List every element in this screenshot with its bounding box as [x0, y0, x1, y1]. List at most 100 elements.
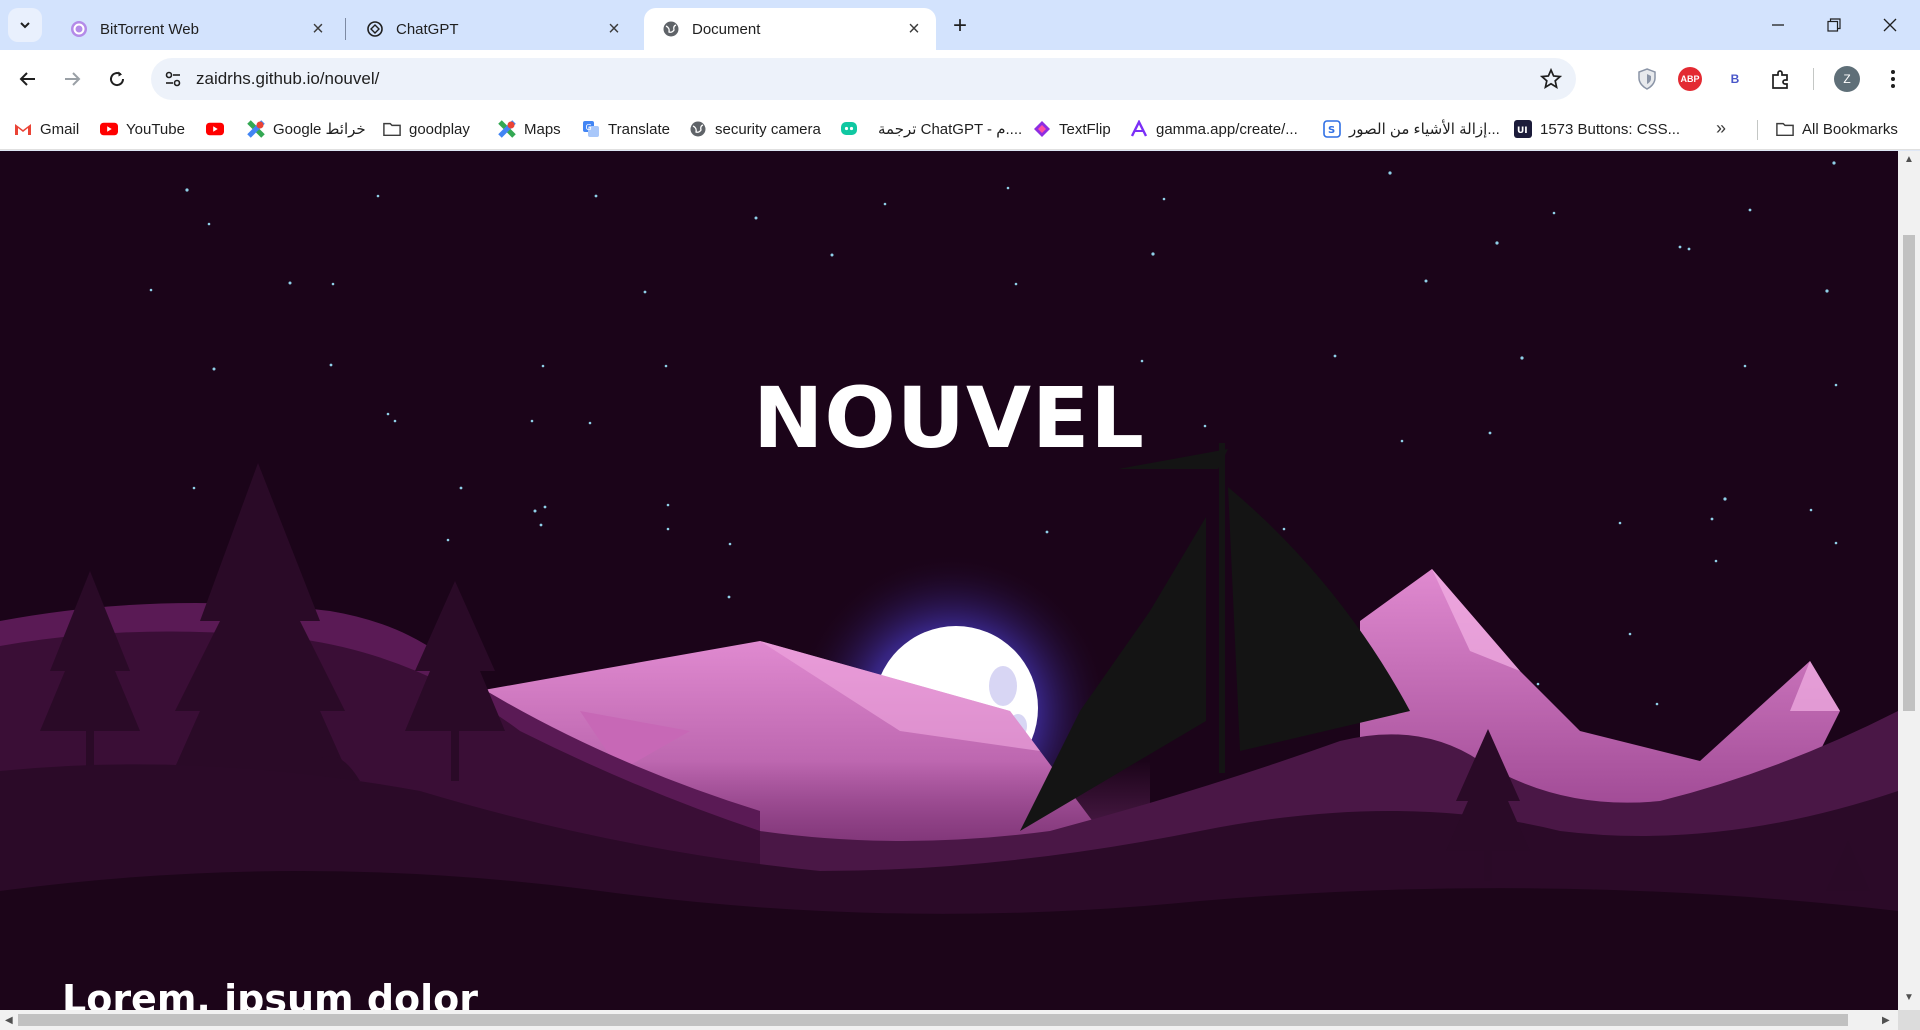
folder-icon	[1776, 120, 1794, 138]
bookmark-translate[interactable]: G Translate	[582, 117, 670, 141]
back-button[interactable]	[10, 61, 46, 97]
restore-icon	[1827, 18, 1841, 32]
bookmark-uiverse[interactable]: UI 1573 Buttons: CSS...	[1514, 117, 1680, 141]
bookmark-youtube-2[interactable]	[206, 117, 232, 141]
chatgpt-icon	[366, 20, 384, 38]
new-tab-button[interactable]: +	[946, 12, 974, 40]
globe-icon	[662, 20, 680, 38]
tab-bittorrent[interactable]: BitTorrent Web ×	[52, 8, 340, 50]
extensions-puzzle-icon[interactable]	[1768, 66, 1794, 92]
bookmark-gamma[interactable]: gamma.app/create/...	[1130, 117, 1298, 141]
b-extension-icon[interactable]: B	[1722, 66, 1748, 92]
address-bar[interactable]: zaidrhs.github.io/nouvel/	[151, 58, 1576, 100]
bittorrent-icon	[70, 20, 88, 38]
tab-strip: BitTorrent Web × ChatGPT × Document × +	[0, 0, 1920, 50]
profile-button[interactable]: Z	[1834, 66, 1860, 92]
textflip-icon	[1033, 120, 1051, 138]
page-viewport: NOUVEL Lorem, ipsum dolor	[0, 151, 1898, 1010]
bookmark-textflip[interactable]: TextFlip	[1033, 117, 1111, 141]
section-heading: Lorem, ipsum dolor	[62, 977, 478, 1010]
uiverse-icon: UI	[1514, 120, 1532, 138]
remove-objects-icon: S	[1323, 120, 1341, 138]
bookmark-label: security camera	[715, 120, 821, 138]
close-icon	[1883, 18, 1897, 32]
bookmark-label: All Bookmarks	[1802, 120, 1898, 138]
scrollbar-corner	[1898, 1010, 1920, 1030]
close-icon[interactable]: ×	[904, 18, 924, 40]
scroll-right-arrow-icon[interactable]: ▶	[1882, 1015, 1890, 1026]
tab-title: BitTorrent Web	[100, 20, 199, 38]
google-translate-icon: G	[582, 120, 600, 138]
shield-extension-icon[interactable]	[1634, 66, 1660, 92]
svg-text:G: G	[586, 123, 592, 132]
bookmark-label: TextFlip	[1059, 120, 1111, 138]
reload-button[interactable]	[99, 61, 135, 97]
bookmark-youtube[interactable]: YouTube	[100, 117, 185, 141]
horizontal-scroll-thumb[interactable]	[18, 1014, 1848, 1026]
bookmarks-bar: Gmail YouTube Google خرائط goodplay Maps…	[0, 108, 1920, 150]
forward-button[interactable]	[54, 61, 90, 97]
bookmark-label: gamma.app/create/...	[1156, 120, 1298, 138]
gmail-icon	[14, 120, 32, 138]
bookmark-gmail[interactable]: Gmail	[14, 117, 79, 141]
site-info-icon[interactable]	[163, 69, 183, 89]
bookmark-label: goodplay	[409, 120, 470, 138]
svg-text:UI: UI	[1517, 126, 1528, 136]
gamma-icon	[1130, 120, 1148, 138]
bookmark-label: Translate	[608, 120, 670, 138]
chat-bubble-icon	[840, 120, 858, 138]
minimize-button[interactable]	[1750, 0, 1806, 50]
bookmark-label: ترجمة ChatGPT - م....	[878, 121, 1023, 138]
bookmark-label: 1573 Buttons: CSS...	[1540, 120, 1681, 138]
bookmark-google-maps-ar[interactable]: Google خرائط	[247, 117, 366, 141]
bookmark-security-camera[interactable]: security camera	[689, 117, 821, 141]
tab-document[interactable]: Document ×	[644, 8, 936, 50]
bookmarks-divider	[1757, 120, 1758, 140]
globe-icon	[689, 120, 707, 138]
all-bookmarks-button[interactable]: All Bookmarks	[1776, 117, 1898, 141]
horizontal-scrollbar[interactable]: ◀ ▶	[0, 1010, 1898, 1030]
bookmark-maps[interactable]: Maps	[498, 117, 561, 141]
close-icon[interactable]: ×	[308, 18, 328, 40]
bookmark-chatgpt-translate[interactable]: ترجمة ChatGPT - م....	[840, 117, 1022, 141]
more-bookmarks-chevron-icon[interactable]: »	[1716, 118, 1726, 139]
close-window-button[interactable]	[1862, 0, 1918, 50]
restore-button[interactable]	[1806, 0, 1862, 50]
tab-title: Document	[692, 20, 761, 38]
tab-separator	[345, 18, 346, 40]
toolbar-divider	[1813, 68, 1814, 90]
bookmark-star-icon[interactable]	[1540, 68, 1562, 90]
night-landscape-illustration	[0, 151, 1898, 1010]
vertical-scroll-thumb[interactable]	[1903, 235, 1915, 711]
scroll-up-arrow-icon[interactable]: ▲	[1904, 155, 1914, 165]
avatar: Z	[1834, 66, 1860, 92]
bookmark-label: Google خرائط	[273, 121, 366, 138]
minimize-icon	[1772, 24, 1784, 26]
url-text[interactable]: zaidrhs.github.io/nouvel/	[196, 69, 379, 89]
youtube-icon	[100, 120, 118, 138]
google-maps-icon	[498, 120, 516, 138]
bookmark-remove-objects[interactable]: S إزالة الأشياء من الصور...	[1323, 117, 1500, 141]
youtube-icon	[206, 120, 224, 138]
arrow-left-icon	[19, 72, 35, 86]
vertical-scrollbar[interactable]: ▲ ▼	[1898, 151, 1920, 1010]
tab-chatgpt[interactable]: ChatGPT ×	[348, 8, 636, 50]
menu-button[interactable]	[1880, 66, 1906, 92]
scroll-left-arrow-icon[interactable]: ◀	[5, 1015, 13, 1026]
tab-search-button[interactable]	[8, 8, 42, 42]
svg-text:S: S	[1328, 125, 1335, 136]
page-title: NOUVEL	[753, 369, 1145, 467]
google-maps-icon	[247, 120, 265, 138]
abp-badge: ABP	[1678, 67, 1702, 91]
adblock-plus-icon[interactable]: ABP	[1677, 66, 1703, 92]
bookmark-label: Maps	[524, 120, 561, 138]
browser-toolbar: zaidrhs.github.io/nouvel/ ABP B Z	[0, 50, 1920, 108]
arrow-right-icon	[65, 72, 81, 86]
bookmark-label: إزالة الأشياء من الصور...	[1349, 121, 1500, 138]
tab-title: ChatGPT	[396, 20, 459, 38]
close-icon[interactable]: ×	[604, 18, 624, 40]
folder-icon	[383, 120, 401, 138]
bookmark-goodplay[interactable]: goodplay	[383, 117, 470, 141]
scroll-down-arrow-icon[interactable]: ▼	[1904, 993, 1914, 1003]
reload-icon	[110, 71, 125, 87]
